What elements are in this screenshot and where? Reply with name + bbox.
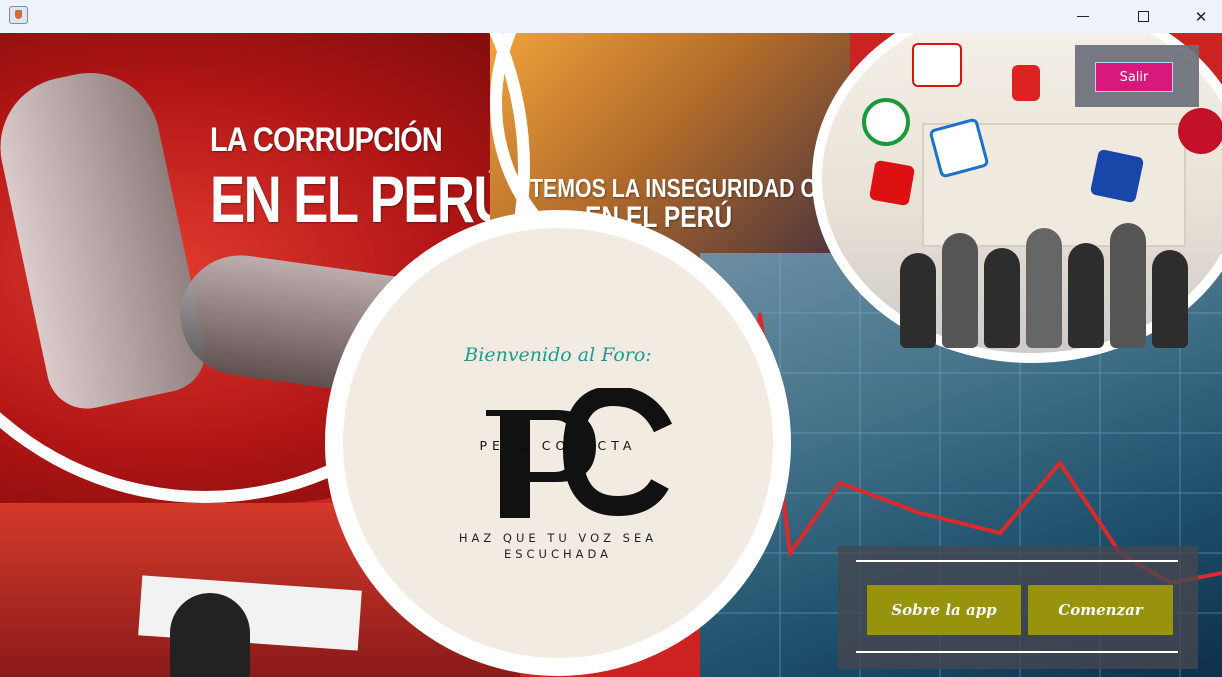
welcome-text: Bienvenido al Foro: [464, 344, 652, 366]
window-titlebar: ✕ [0, 0, 1222, 33]
logo-circle: Bienvenido al Foro: PERU CONECTA HAZ QUE… [325, 210, 791, 676]
about-app-button[interactable]: Sobre la app [867, 585, 1021, 635]
tagline: HAZ QUE TU VOZ SEA ESCUCHADA [458, 531, 658, 561]
maximize-icon [1137, 11, 1149, 22]
java-app-icon [9, 6, 28, 24]
peru-flag [1012, 65, 1040, 101]
close-button[interactable]: ✕ [1178, 0, 1222, 33]
maximize-button[interactable] [1120, 0, 1166, 33]
start-button[interactable]: Comenzar [1028, 585, 1173, 635]
nuevo-peru-logo [1178, 108, 1222, 154]
minimize-icon [1077, 16, 1089, 17]
peru-party-logo [912, 43, 962, 87]
police-helmet [170, 593, 250, 677]
logo-caption: PERU CONECTA [479, 438, 637, 453]
p-party-logo [1089, 148, 1145, 204]
exit-button[interactable]: Salir [1095, 62, 1173, 92]
divider-bottom [856, 651, 1178, 653]
pc-monogram-logo [486, 388, 673, 518]
divider-top [856, 560, 1178, 562]
pencil-party-logo [868, 159, 916, 207]
minimize-button[interactable] [1060, 0, 1106, 33]
crowd-silhouettes [880, 208, 1220, 348]
close-icon: ✕ [1194, 7, 1208, 26]
